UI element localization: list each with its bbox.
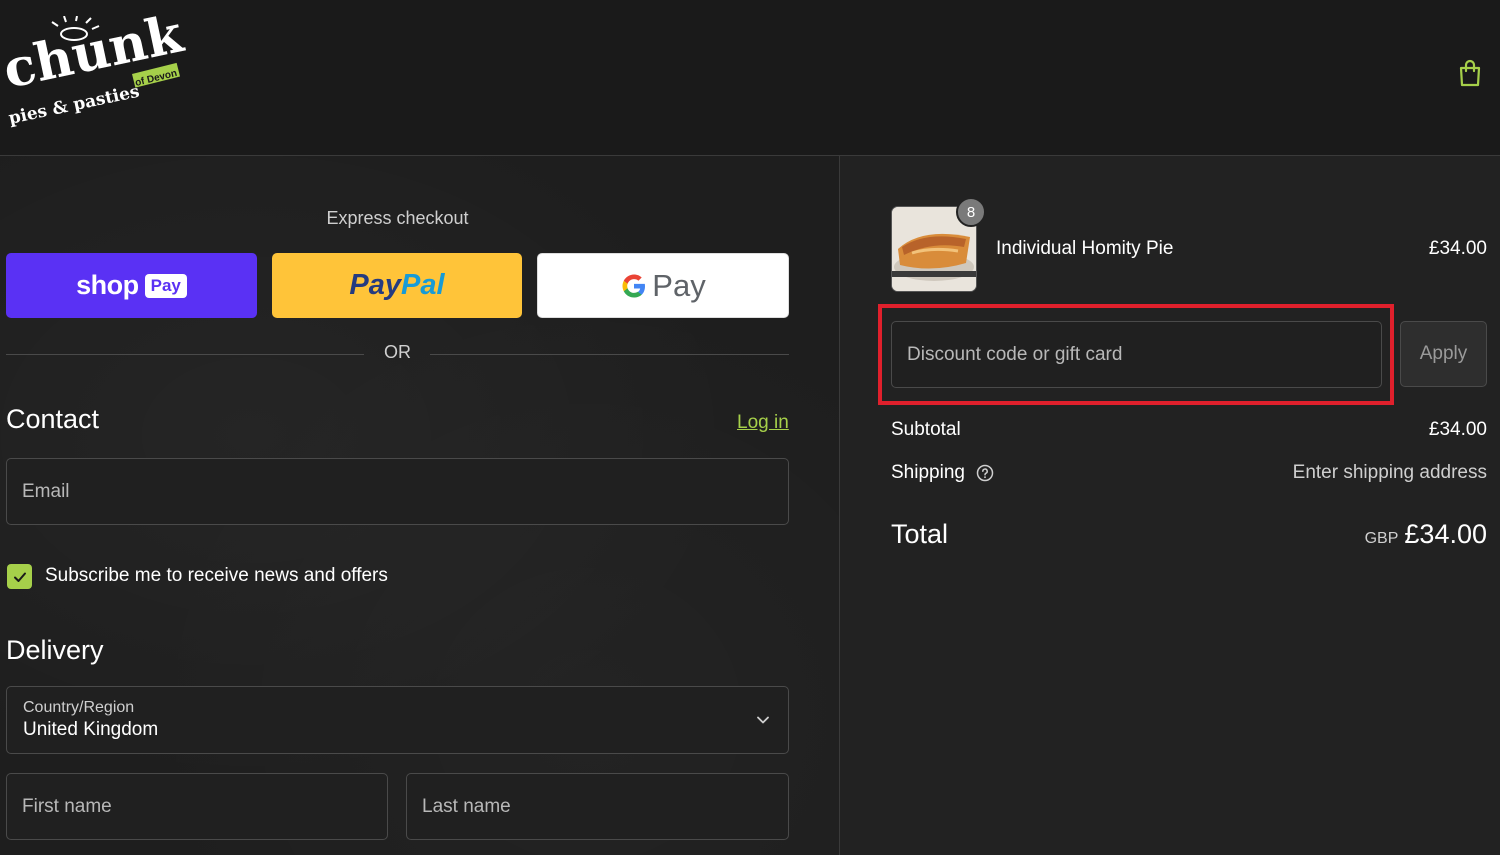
or-label: OR (384, 342, 411, 362)
total-label: Total (891, 519, 949, 549)
paypal-button[interactable]: Pay Pal (272, 253, 522, 318)
login-link[interactable]: Log in (737, 412, 789, 434)
subscribe-checkbox[interactable] (7, 564, 32, 589)
shopping-bag-icon[interactable] (1457, 58, 1483, 88)
site-header: chunk of Devon pies & pasties (0, 0, 1500, 156)
delivery-heading: Delivery (6, 635, 104, 665)
subtotal-value: £34.00 (1428, 419, 1487, 440)
subscribe-label: Subscribe me to receive news and offers (45, 565, 388, 586)
email-input[interactable] (6, 458, 789, 525)
help-circle-icon[interactable] (976, 464, 994, 482)
shipping-row-label: Shipping (891, 462, 994, 484)
country-region-label: Country/Region (23, 699, 135, 716)
last-name-input[interactable] (406, 773, 789, 840)
apply-discount-button[interactable]: Apply (1400, 321, 1487, 387)
checkmark-icon (13, 572, 26, 582)
total-currency: GBP (1364, 530, 1399, 547)
shipping-label: Shipping (891, 462, 965, 483)
country-region-value: United Kingdom (23, 719, 159, 740)
google-pay-label: Pay (652, 267, 706, 303)
shipping-value: Enter shipping address (1292, 462, 1487, 483)
subtotal-label: Subtotal (891, 419, 961, 440)
product-price: £34.00 (1428, 238, 1487, 259)
chevron-down-icon (757, 716, 769, 724)
google-pay-button[interactable]: Pay (537, 253, 789, 318)
quantity-badge: 8 (956, 197, 986, 227)
product-name: Individual Homity Pie (996, 238, 1174, 259)
or-divider: OR (6, 342, 789, 366)
country-region-select[interactable]: Country/Region United Kingdom (6, 686, 789, 754)
shop-pay-wordmark: shop (76, 270, 139, 300)
total-value-group: GBP £34.00 (1365, 519, 1487, 550)
order-summary-panel: 8 Individual Homity Pie £34.00 Apply Sub… (840, 156, 1500, 855)
google-g-icon (622, 274, 646, 297)
paypal-wordmark-pay: Pay (349, 269, 402, 301)
total-amount: £34.00 (1404, 519, 1487, 549)
shop-pay-button[interactable]: shop Pay (6, 253, 257, 318)
express-checkout-title: Express checkout (326, 208, 469, 228)
first-name-input[interactable] (6, 773, 388, 840)
discount-code-input[interactable] (891, 321, 1382, 388)
divider-line-right (430, 354, 789, 355)
shop-pay-badge: Pay (144, 273, 187, 298)
contact-heading: Contact (6, 404, 100, 434)
paypal-wordmark-pal: Pal (401, 269, 445, 301)
svg-text:chunk: chunk (6, 16, 186, 101)
chunk-logo[interactable]: chunk of Devon pies & pasties (6, 16, 186, 131)
checkout-form-panel: Express checkout shop Pay Pay Pal Pay OR … (0, 156, 840, 855)
